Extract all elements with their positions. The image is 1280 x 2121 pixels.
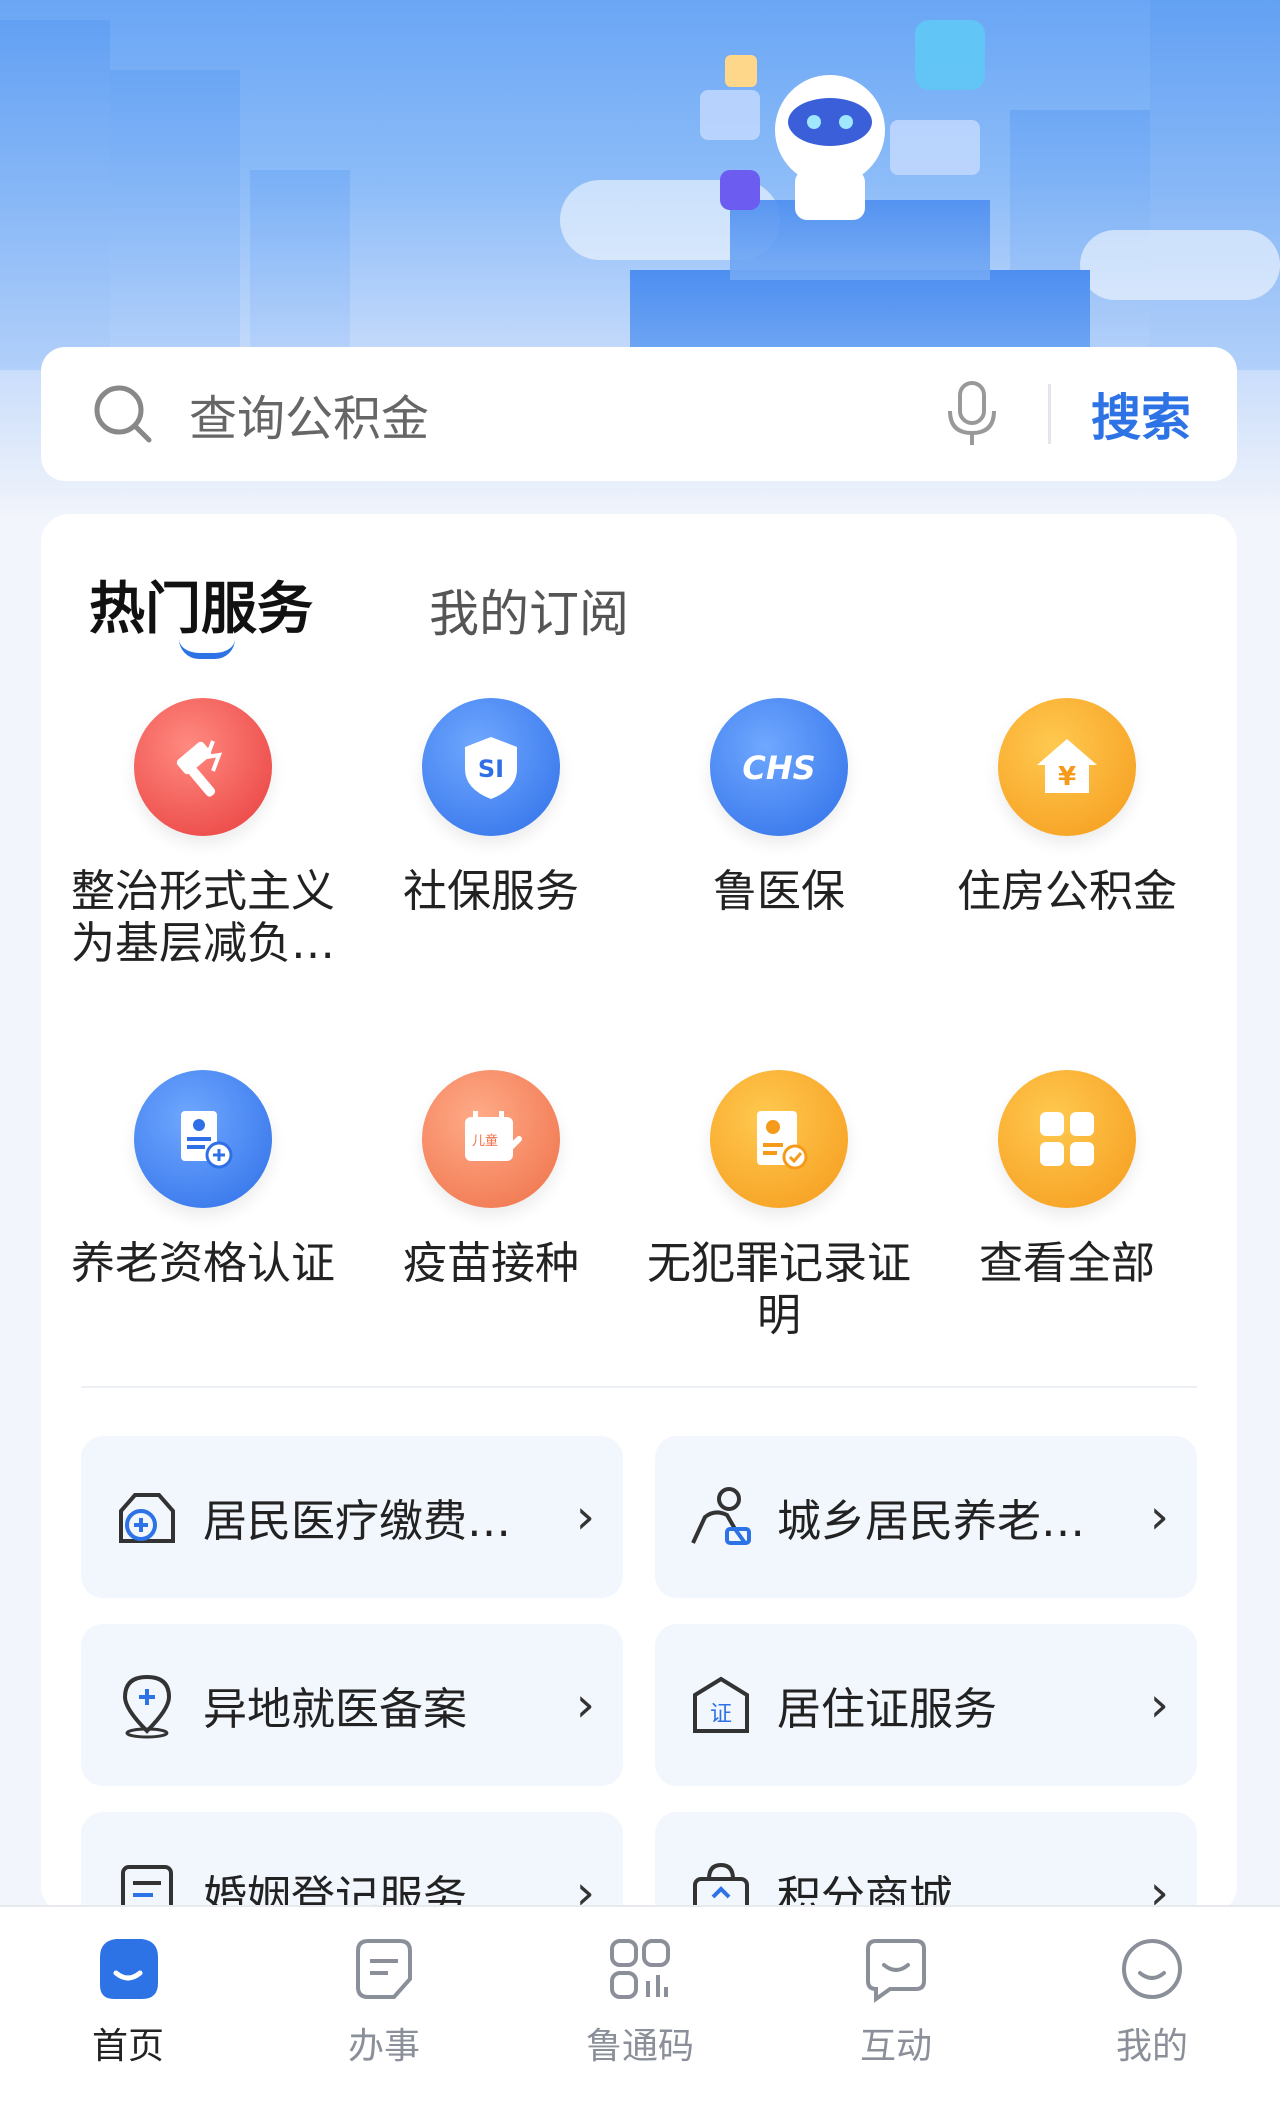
search-input[interactable]: 查询公积金 [189,379,944,449]
nav-services[interactable]: 办事 [294,1907,474,2121]
svg-text:证: 证 [710,1702,732,1727]
tile-label: 居住证服务 [777,1684,997,1735]
tile-label: 异地就医备案 [203,1684,467,1735]
building-illustration [0,20,110,370]
building-illustration [250,170,350,370]
services-card: 热门服务 我的订阅 整治形式主义为基层减负… SI 社保服务 CHS 鲁医保 ¥… [41,514,1237,1974]
tile-pension[interactable]: 城乡居民养老… › [655,1436,1197,1598]
service-item-housing-fund[interactable]: ¥ 住房公积金 [923,698,1211,918]
section-divider [81,1386,1197,1388]
residence-permit-icon: 证 [683,1667,759,1743]
tab-hot-services-label: 热门服务 [89,577,313,642]
search-divider [1048,384,1051,444]
location-plus-icon [109,1667,185,1743]
active-tab-indicator [179,639,235,659]
tile-label: 居民医疗缴费… [203,1496,511,1547]
service-item-vaccination[interactable]: 儿童 疫苗接种 [347,1070,635,1290]
nav-label: 办事 [347,2026,420,2067]
service-label: 养老资格认证 [71,1238,335,1289]
bottom-nav: 首页 办事 鲁通码 互动 我的 [0,1905,1280,2121]
building-illustration [110,70,240,370]
social-security-shield-icon: SI [422,698,560,836]
robot-mascot-illustration [700,20,985,220]
chat-icon [806,1929,986,2009]
search-button[interactable]: 搜索 [1091,378,1191,450]
tile-label: 城乡居民养老… [777,1496,1085,1547]
profile-smile-icon [1062,1929,1242,2009]
service-label: 无犯罪记录证明 [647,1238,911,1341]
service-item-formalism[interactable]: 整治形式主义为基层减负… [59,698,347,970]
tile-residence-permit[interactable]: 证 居住证服务 › [655,1624,1197,1786]
service-item-medical-insurance[interactable]: CHS 鲁医保 [635,698,923,918]
svg-text:¥: ¥ [1058,762,1076,792]
tab-hot-services[interactable]: 热门服务 [89,564,313,659]
building-illustration [1150,0,1280,370]
svg-text:CHS: CHS [742,749,815,787]
nav-interaction[interactable]: 互动 [806,1907,986,2121]
nav-home[interactable]: 首页 [38,1907,218,2121]
chevron-right-icon: › [1149,1489,1169,1545]
chevron-right-icon: › [575,1489,595,1545]
tab-my-subscriptions[interactable]: 我的订阅 [429,574,629,646]
service-label: 社保服务 [403,866,579,917]
service-item-pension-certification[interactable]: 养老资格认证 [59,1070,347,1290]
service-label: 住房公积金 [957,866,1177,917]
service-item-no-criminal-record[interactable]: 无犯罪记录证明 [635,1070,923,1342]
vaccine-calendar-icon: 儿童 [422,1070,560,1208]
service-label: 鲁医保 [713,866,845,917]
elderly-person-icon [683,1479,759,1555]
home-face-icon [38,1929,218,2009]
service-label: 查看全部 [979,1238,1155,1289]
nav-label: 我的 [1115,2026,1188,2067]
service-doc-icon [294,1929,474,2009]
tile-medical-payment[interactable]: 居民医疗缴费… › [81,1436,623,1598]
house-yuan-icon: ¥ [998,698,1136,836]
nav-profile[interactable]: 我的 [1062,1907,1242,2121]
search-icon [94,385,152,443]
search-bar[interactable]: 查询公积金 搜索 [41,347,1237,481]
medical-bag-icon [109,1479,185,1555]
cloud-illustration [1080,230,1280,300]
nav-label: 首页 [91,2026,164,2067]
tile-remote-medical[interactable]: 异地就医备案 › [81,1624,623,1786]
service-label: 整治形式主义为基层减负… [71,866,335,969]
document-add-icon [134,1070,272,1208]
qr-code-icon [550,1929,730,2009]
gavel-icon [134,698,272,836]
service-label: 疫苗接种 [403,1238,579,1289]
nav-label: 互动 [859,2026,932,2067]
nav-label: 鲁通码 [585,2026,694,2067]
service-item-view-all[interactable]: 查看全部 [923,1070,1211,1290]
microphone-icon[interactable] [944,379,1000,449]
svg-text:SI: SI [478,755,504,783]
service-item-social-security[interactable]: SI 社保服务 [347,698,635,918]
grid-icon [998,1070,1136,1208]
nav-lutong-code[interactable]: 鲁通码 [550,1907,730,2121]
chevron-right-icon: › [1149,1677,1169,1733]
chs-badge-icon: CHS [710,698,848,836]
police-certificate-icon [710,1070,848,1208]
chevron-right-icon: › [575,1677,595,1733]
svg-text:儿童: 儿童 [472,1133,498,1149]
